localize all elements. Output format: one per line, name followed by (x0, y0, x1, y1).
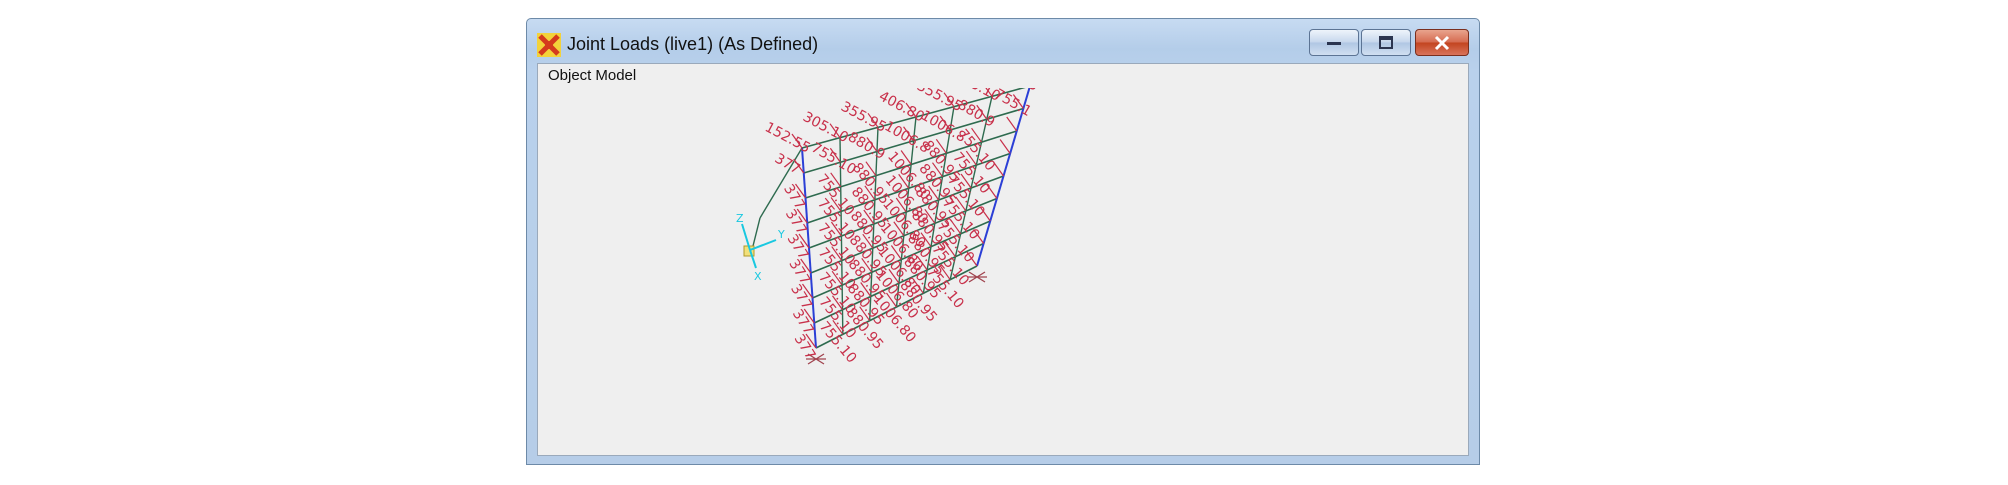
maximize-icon (1379, 35, 1393, 49)
window-title: Joint Loads (live1) (As Defined) (567, 34, 819, 54)
sap-app-icon (537, 33, 561, 57)
structure-view[interactable]: 152.55305.10355.95406.80355.95305.10152.… (538, 88, 1468, 455)
model-viewport[interactable]: 152.55305.10355.95406.80355.95305.10152.… (538, 88, 1468, 455)
maximize-button[interactable] (1361, 29, 1411, 56)
joint-loads-window: Joint Loads (live1) (As Defined) Object … (526, 18, 1480, 465)
menu-item-object[interactable]: Object (548, 64, 591, 88)
frame-brace (751, 217, 761, 251)
minimize-icon (1327, 41, 1341, 45)
x-axis-label: X (754, 270, 762, 283)
axis-triad: Z Y X (736, 212, 785, 283)
title-bar[interactable]: Joint Loads (live1) (As Defined) (527, 19, 1479, 63)
close-button[interactable] (1415, 29, 1469, 56)
minimize-button[interactable] (1309, 29, 1359, 56)
client-area: Object Model 152.55 305.10 355.95 406.80 355… (537, 63, 1469, 456)
load-labels: 152.55305.10355.95406.80355.95305.10152.… (762, 88, 1041, 366)
menu-item-model[interactable]: Model (595, 64, 636, 88)
close-icon (1434, 35, 1450, 50)
menu-bar: Object Model (538, 64, 636, 88)
load-arrow (1006, 116, 1018, 132)
z-axis-label: Z (736, 212, 744, 225)
load-arrow (999, 139, 1011, 154)
y-axis-label: Y (777, 228, 785, 241)
